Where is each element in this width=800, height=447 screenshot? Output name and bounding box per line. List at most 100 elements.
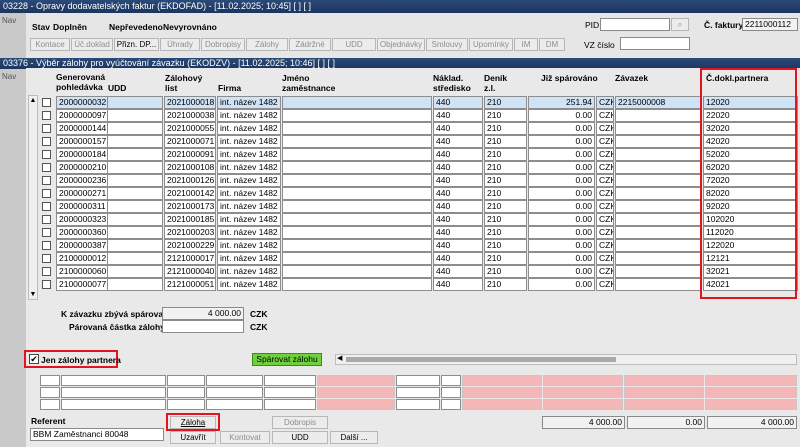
cell-jmeno[interactable] xyxy=(282,213,432,226)
cell-cur[interactable]: CZK xyxy=(596,135,614,148)
cell-nak[interactable]: 440 xyxy=(433,187,483,200)
cell-zal[interactable]: 2021000142 xyxy=(164,187,216,200)
lower-grid-cell[interactable] xyxy=(40,387,60,398)
cell-den[interactable]: 210 xyxy=(484,148,527,161)
row-checkbox[interactable] xyxy=(42,215,51,224)
cell-zal[interactable]: 2021000203 xyxy=(164,226,216,239)
lower-grid-cell[interactable] xyxy=(40,399,60,410)
lower-grid-cell[interactable] xyxy=(61,387,166,398)
cell-den[interactable]: 210 xyxy=(484,135,527,148)
cell-jmeno[interactable] xyxy=(282,252,432,265)
cell-den[interactable]: 210 xyxy=(484,278,527,291)
cell-firma[interactable]: int. název 1482 xyxy=(217,252,281,265)
cell-cur[interactable]: CZK xyxy=(596,187,614,200)
table-row[interactable]: 2000000387 2021000229 int. název 1482 440 21… xyxy=(38,239,800,252)
k-zavazku-field[interactable]: 4 000.00 xyxy=(162,307,244,320)
cell-firma[interactable]: int. název 1482 xyxy=(217,187,281,200)
cell-jmeno[interactable] xyxy=(282,148,432,161)
cell-zav[interactable] xyxy=(615,148,702,161)
cell-firma[interactable]: int. název 1482 xyxy=(217,265,281,278)
cell-zal[interactable]: 2121000017 xyxy=(164,252,216,265)
cell-jmeno[interactable] xyxy=(282,174,432,187)
row-checkbox[interactable] xyxy=(42,267,51,276)
vz-field[interactable] xyxy=(620,37,690,50)
row-checkbox[interactable] xyxy=(42,163,51,172)
lower-grid-cell[interactable] xyxy=(317,387,395,398)
partner-filter-checkbox[interactable]: ✔ xyxy=(29,354,39,364)
cell-jmeno[interactable] xyxy=(282,265,432,278)
cell-den[interactable]: 210 xyxy=(484,187,527,200)
toolbar-im-button[interactable]: IM xyxy=(514,38,538,51)
cell-den[interactable]: 210 xyxy=(484,174,527,187)
lower-grid-cell[interactable] xyxy=(264,387,316,398)
cell-jiz[interactable]: 0.00 xyxy=(528,187,595,200)
cell-jiz[interactable]: 0.00 xyxy=(528,174,595,187)
cell-udd[interactable] xyxy=(107,187,163,200)
cell-firma[interactable]: int. název 1482 xyxy=(217,278,281,291)
cell-den[interactable]: 210 xyxy=(484,161,527,174)
cell-zal[interactable]: 2021000126 xyxy=(164,174,216,187)
cell-zav[interactable] xyxy=(615,239,702,252)
lower-grid-cell[interactable] xyxy=(206,375,263,386)
cell-zal[interactable]: 2121000040 xyxy=(164,265,216,278)
toolbar-zadrzne-button[interactable]: Zádržné xyxy=(289,38,331,51)
cell-cur[interactable]: CZK xyxy=(596,109,614,122)
cell-den[interactable]: 210 xyxy=(484,226,527,239)
cell-zav[interactable] xyxy=(615,122,702,135)
cell-cur[interactable]: CZK xyxy=(596,226,614,239)
cell-zav[interactable] xyxy=(615,213,702,226)
lower-grid-cell[interactable] xyxy=(441,399,461,410)
toolbar-dm-button[interactable]: DM xyxy=(539,38,565,51)
cell-cur[interactable]: CZK xyxy=(596,148,614,161)
cell-firma[interactable]: int. název 1482 xyxy=(217,96,281,109)
cell-zal[interactable]: 2021000108 xyxy=(164,161,216,174)
table-row[interactable]: 2000000236 2021000126 int. název 1482 440 21… xyxy=(38,174,800,187)
cell-firma[interactable]: int. název 1482 xyxy=(217,109,281,122)
pid-search-button[interactable]: ⌕ xyxy=(671,18,689,31)
cell-nak[interactable]: 440 xyxy=(433,200,483,213)
kontovat-button[interactable]: Kontovat xyxy=(220,431,270,444)
cell-jmeno[interactable] xyxy=(282,109,432,122)
toolbar-objednavky-button[interactable]: Objednávky xyxy=(377,38,425,51)
cell-zal[interactable]: 2021000185 xyxy=(164,213,216,226)
lower-grid-cell[interactable] xyxy=(61,399,166,410)
cell-nak[interactable]: 440 xyxy=(433,109,483,122)
cell-udd[interactable] xyxy=(107,213,163,226)
cell-nak[interactable]: 440 xyxy=(433,174,483,187)
cell-zal[interactable]: 2021000018 xyxy=(164,96,216,109)
cell-jiz[interactable]: 0.00 xyxy=(528,213,595,226)
table-horizontal-scrollbar[interactable]: ◀ xyxy=(335,354,797,365)
cell-udd[interactable] xyxy=(107,174,163,187)
cfaktury-field[interactable]: 2211000112 xyxy=(742,18,798,31)
cell-udd[interactable] xyxy=(107,122,163,135)
cell-zav[interactable] xyxy=(615,174,702,187)
cell-nak[interactable]: 440 xyxy=(433,96,483,109)
cell-jiz[interactable]: 0.00 xyxy=(528,226,595,239)
cell-jmeno[interactable] xyxy=(282,239,432,252)
cell-firma[interactable]: int. název 1482 xyxy=(217,213,281,226)
dobropis-button[interactable]: Dobropis xyxy=(272,416,328,429)
cell-jmeno[interactable] xyxy=(282,226,432,239)
cell-jiz[interactable]: 0.00 xyxy=(528,200,595,213)
cell-jmeno[interactable] xyxy=(282,161,432,174)
toolbar-udd-button[interactable]: UDD xyxy=(332,38,376,51)
cell-nak[interactable]: 440 xyxy=(433,135,483,148)
scroll-left-icon[interactable]: ◀ xyxy=(337,354,342,362)
table-row[interactable]: 2000000360 2021000203 int. název 1482 440 21… xyxy=(38,226,800,239)
cell-jiz[interactable]: 0.00 xyxy=(528,135,595,148)
lower-grid-cell[interactable] xyxy=(264,399,316,410)
cell-zav[interactable] xyxy=(615,135,702,148)
cell-zal[interactable]: 2021000173 xyxy=(164,200,216,213)
row-checkbox[interactable] xyxy=(42,189,51,198)
pid-field[interactable] xyxy=(600,18,670,31)
cell-firma[interactable]: int. název 1482 xyxy=(217,174,281,187)
sparovat-zalohu-button[interactable]: Spárovat zálohu xyxy=(252,353,322,366)
cell-nak[interactable]: 440 xyxy=(433,161,483,174)
parovana-field[interactable] xyxy=(162,320,244,333)
cell-firma[interactable]: int. název 1482 xyxy=(217,148,281,161)
cell-zav[interactable] xyxy=(615,226,702,239)
lower-grid-cell[interactable] xyxy=(624,399,704,410)
cell-udd[interactable] xyxy=(107,148,163,161)
toolbar-smlouvy-button[interactable]: Smlouvy xyxy=(426,38,468,51)
row-checkbox[interactable] xyxy=(42,280,51,289)
